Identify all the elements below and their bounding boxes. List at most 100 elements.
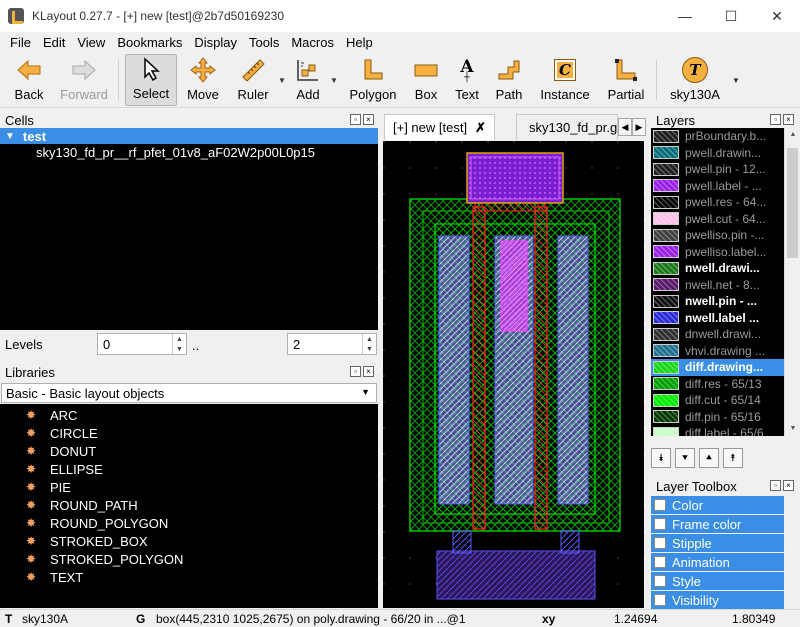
toolbox-style[interactable]: Style xyxy=(651,572,784,590)
list-item[interactable]: ✸ PIE xyxy=(0,478,378,496)
checkbox[interactable] xyxy=(654,594,666,606)
cell-tree-child[interactable]: sky130_fd_pr__rf_pfet_01v8_aF02W2p00L0p1… xyxy=(0,144,378,161)
layer-swatch-icon[interactable] xyxy=(653,162,679,176)
checkbox[interactable] xyxy=(654,537,666,549)
partial-tool-button[interactable]: Partial xyxy=(604,54,648,106)
layers-scrollbar[interactable]: ▲ ▼ xyxy=(784,128,800,436)
layer-swatch-icon[interactable] xyxy=(653,393,679,407)
layer-row[interactable]: pwell.res - 64... xyxy=(651,194,784,211)
toolbox-color[interactable]: Color xyxy=(651,496,784,514)
move-layer-top-icon[interactable]: ⯭ xyxy=(723,448,743,468)
library-list[interactable]: ✸ ARC ✸ CIRCLE ✸ DONUT ✸ ELLIPSE ✸ PIE ✸ ROUND… xyxy=(0,404,378,608)
layer-row[interactable]: diff.drawing... xyxy=(651,359,784,376)
close-panel-icon[interactable]: × xyxy=(363,366,374,377)
list-item[interactable]: ✸ CIRCLE xyxy=(0,424,378,442)
spin-arrows-icon[interactable]: ▲ ▼ xyxy=(362,334,376,354)
layer-row[interactable]: nwell.net - 8... xyxy=(651,277,784,294)
minimize-button[interactable]: — xyxy=(662,0,708,32)
menu-view[interactable]: View xyxy=(71,35,111,50)
menu-bookmarks[interactable]: Bookmarks xyxy=(111,35,188,50)
list-item[interactable]: ✸ ROUND_PATH xyxy=(0,496,378,514)
layer-row[interactable]: pwell.cut - 64... xyxy=(651,211,784,228)
menu-edit[interactable]: Edit xyxy=(37,35,71,50)
layer-row[interactable]: pwell.label - ... xyxy=(651,178,784,195)
layer-row[interactable]: prBoundary.b... xyxy=(651,128,784,145)
menu-macros[interactable]: Macros xyxy=(285,35,340,50)
toolbox-stipple[interactable]: Stipple xyxy=(651,534,784,552)
menu-file[interactable]: File xyxy=(4,35,37,50)
scroll-up-icon[interactable]: ▲ xyxy=(785,128,800,142)
float-panel-icon[interactable]: ▫ xyxy=(770,480,781,491)
layer-swatch-icon[interactable] xyxy=(653,410,679,424)
layer-swatch-icon[interactable] xyxy=(653,344,679,358)
layer-swatch-icon[interactable] xyxy=(653,212,679,226)
tab-sky130-gds[interactable]: sky130_fd_pr.g xyxy=(516,114,618,140)
maximize-button[interactable]: ☐ xyxy=(708,0,754,32)
layer-row[interactable]: diff.label - 65/6 xyxy=(651,425,784,436)
checkbox[interactable] xyxy=(654,575,666,587)
layer-swatch-icon[interactable] xyxy=(653,129,679,143)
move-tool-button[interactable]: Move xyxy=(182,54,224,106)
text-tool-button[interactable]: A ┼ Text xyxy=(450,54,484,106)
toolbox-visibility[interactable]: Visibility xyxy=(651,591,784,609)
menu-display[interactable]: Display xyxy=(188,35,243,50)
select-tool-button[interactable]: Select xyxy=(125,54,177,106)
technology-dropdown-icon[interactable]: ▼ xyxy=(732,76,740,85)
levels-from-input[interactable]: 0 ▲ ▼ xyxy=(97,333,187,355)
list-item[interactable]: ✸ ROUND_POLYGON xyxy=(0,514,378,532)
layout-canvas[interactable] xyxy=(383,141,644,608)
close-window-button[interactable]: ✕ xyxy=(754,0,800,32)
technology-button[interactable]: T sky130A xyxy=(664,54,726,106)
layer-row[interactable]: vhvi.drawing ... xyxy=(651,343,784,360)
box-tool-button[interactable]: Box xyxy=(408,54,444,106)
layer-row[interactable]: diff.cut - 65/14 xyxy=(651,392,784,409)
layer-row[interactable]: pwelliso.pin -... xyxy=(651,227,784,244)
add-tool-button[interactable]: Add xyxy=(290,54,326,106)
layer-row[interactable]: pwell.pin - 12... xyxy=(651,161,784,178)
list-item[interactable]: ✸ TEXT xyxy=(0,568,378,586)
expand-arrow-icon[interactable]: ▼ xyxy=(5,131,15,142)
layer-row[interactable]: pwell.drawin... xyxy=(651,145,784,162)
spin-arrows-icon[interactable]: ▲ ▼ xyxy=(172,334,186,354)
float-panel-icon[interactable]: ▫ xyxy=(770,114,781,125)
checkbox[interactable] xyxy=(654,499,666,511)
move-layer-bottom-icon[interactable]: ⯯ xyxy=(651,448,671,468)
cells-tree[interactable]: ▼ test sky130_fd_pr__rf_pfet_01v8_aF02W2… xyxy=(0,128,378,330)
ruler-tool-button[interactable]: Ruler xyxy=(232,54,274,106)
toolbox-animation[interactable]: Animation xyxy=(651,553,784,571)
layer-row[interactable]: nwell.label ... xyxy=(651,310,784,327)
layer-swatch-icon[interactable] xyxy=(653,146,679,160)
levels-to-input[interactable]: 2 ▲ ▼ xyxy=(287,333,377,355)
layer-swatch-icon[interactable] xyxy=(653,261,679,275)
tab-scroll-right-icon[interactable]: ▶ xyxy=(632,118,646,136)
ruler-dropdown-icon[interactable]: ▼ xyxy=(278,76,286,85)
close-panel-icon[interactable]: × xyxy=(363,114,374,125)
tab-new-test[interactable]: [+] new [test] ✗ xyxy=(384,114,495,140)
close-tab-icon[interactable]: ✗ xyxy=(475,120,486,136)
forward-button[interactable]: Forward xyxy=(56,54,112,106)
layer-row[interactable]: dnwell.drawi... xyxy=(651,326,784,343)
layer-swatch-icon[interactable] xyxy=(653,311,679,325)
layer-swatch-icon[interactable] xyxy=(653,327,679,341)
layer-swatch-icon[interactable] xyxy=(653,195,679,209)
layer-swatch-icon[interactable] xyxy=(653,294,679,308)
layer-swatch-icon[interactable] xyxy=(653,278,679,292)
layer-swatch-icon[interactable] xyxy=(653,245,679,259)
add-dropdown-icon[interactable]: ▼ xyxy=(330,76,338,85)
checkbox[interactable] xyxy=(654,518,666,530)
move-layer-down-icon[interactable]: ⯆ xyxy=(675,448,695,468)
layer-row[interactable]: diff.pin - 65/16 xyxy=(651,409,784,426)
path-tool-button[interactable]: Path xyxy=(492,54,526,106)
list-item[interactable]: ✸ DONUT xyxy=(0,442,378,460)
polygon-tool-button[interactable]: Polygon xyxy=(346,54,400,106)
layer-row[interactable]: nwell.pin - ... xyxy=(651,293,784,310)
float-panel-icon[interactable]: ▫ xyxy=(350,366,361,377)
toolbox-frame-color[interactable]: Frame color xyxy=(651,515,784,533)
layer-swatch-icon[interactable] xyxy=(653,426,679,436)
checkbox[interactable] xyxy=(654,556,666,568)
instance-tool-button[interactable]: C Instance xyxy=(537,54,593,106)
layer-swatch-icon[interactable] xyxy=(653,377,679,391)
list-item[interactable]: ✸ ARC xyxy=(0,406,378,424)
float-panel-icon[interactable]: ▫ xyxy=(350,114,361,125)
tab-scroll-left-icon[interactable]: ◀ xyxy=(618,118,632,136)
